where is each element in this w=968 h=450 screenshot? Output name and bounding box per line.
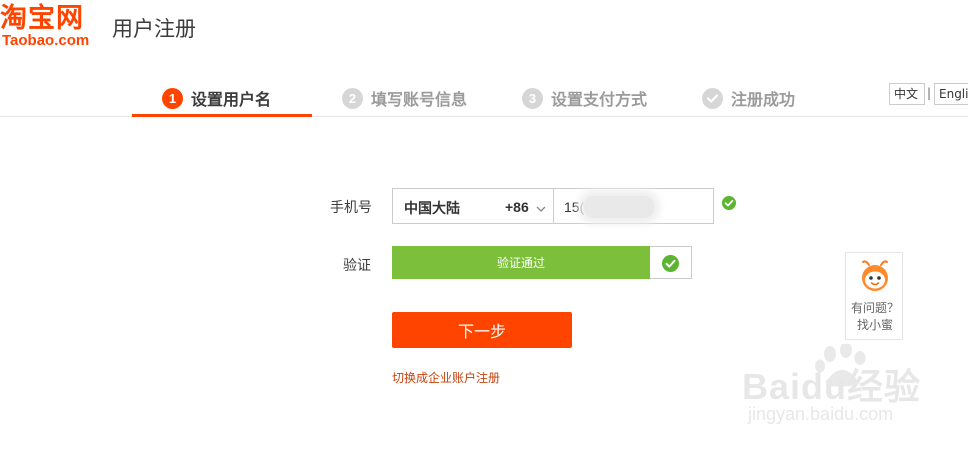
- step-label: 注册成功: [731, 90, 796, 109]
- step-label: 填写账号信息: [371, 90, 468, 109]
- verify-check-icon: [662, 255, 679, 272]
- next-step-button[interactable]: 下一步: [392, 312, 572, 348]
- registration-steps: 1 设置用户名 2 填写账号信息 3 设置支付方式 注册成功: [0, 78, 968, 118]
- country-name: 中国大陆: [404, 201, 460, 217]
- switch-enterprise-register-link[interactable]: 切换成企业账户注册: [392, 369, 500, 386]
- logo-en-text: Taobao.com: [2, 32, 90, 49]
- active-step-indicator: [132, 114, 312, 117]
- taobao-logo[interactable]: 淘宝网 Taobao.com: [0, 4, 104, 52]
- step-label: 设置支付方式: [551, 90, 648, 109]
- assistant-bee-icon: [858, 259, 892, 297]
- step-set-username: 1 设置用户名: [162, 78, 271, 118]
- watermark-sub-text: jingyan.baidu.com: [748, 404, 894, 424]
- phone-number-input[interactable]: 15(: [554, 188, 714, 224]
- watermark-main-text: Baidu经验: [742, 366, 922, 407]
- help-line-1: 有问题？: [850, 301, 899, 315]
- phone-label: 手机号: [330, 200, 372, 216]
- help-line-2: 找小蜜: [856, 318, 893, 332]
- checkmark-icon: [702, 87, 723, 109]
- step-number: 3: [522, 87, 543, 109]
- country-code: +86: [505, 199, 529, 215]
- step-number: 1: [162, 87, 183, 109]
- verify-slider-handle: [650, 246, 692, 279]
- logo-cn-text: 淘宝网: [0, 3, 84, 34]
- country-code-select[interactable]: 中国大陆 +86: [392, 188, 554, 224]
- lang-separator: |: [927, 86, 932, 100]
- help-text: 有问题？ 找小蜜: [846, 300, 904, 334]
- baidu-jingyan-watermark: Baidu经验 jingyan.baidu.com: [742, 344, 962, 432]
- page-title: 用户注册: [112, 17, 196, 41]
- step-fill-account-info: 2 填写账号信息: [342, 78, 467, 118]
- step-register-success: 注册成功: [702, 78, 795, 118]
- privacy-blur: [584, 196, 654, 218]
- chevron-down-icon: [535, 200, 547, 219]
- step-set-payment: 3 设置支付方式: [522, 78, 647, 118]
- lang-zh-button[interactable]: 中文: [889, 83, 925, 105]
- verify-label: 验证: [343, 258, 371, 274]
- step-label: 设置用户名: [191, 90, 272, 109]
- lang-en-button[interactable]: English: [934, 83, 968, 105]
- phone-number-value: 15(: [564, 199, 585, 215]
- help-assistant-widget[interactable]: 有问题？ 找小蜜: [845, 252, 903, 340]
- step-number: 2: [342, 87, 363, 109]
- phone-valid-check-icon: [722, 196, 736, 210]
- slider-verification-passed: 验证通过: [392, 246, 650, 279]
